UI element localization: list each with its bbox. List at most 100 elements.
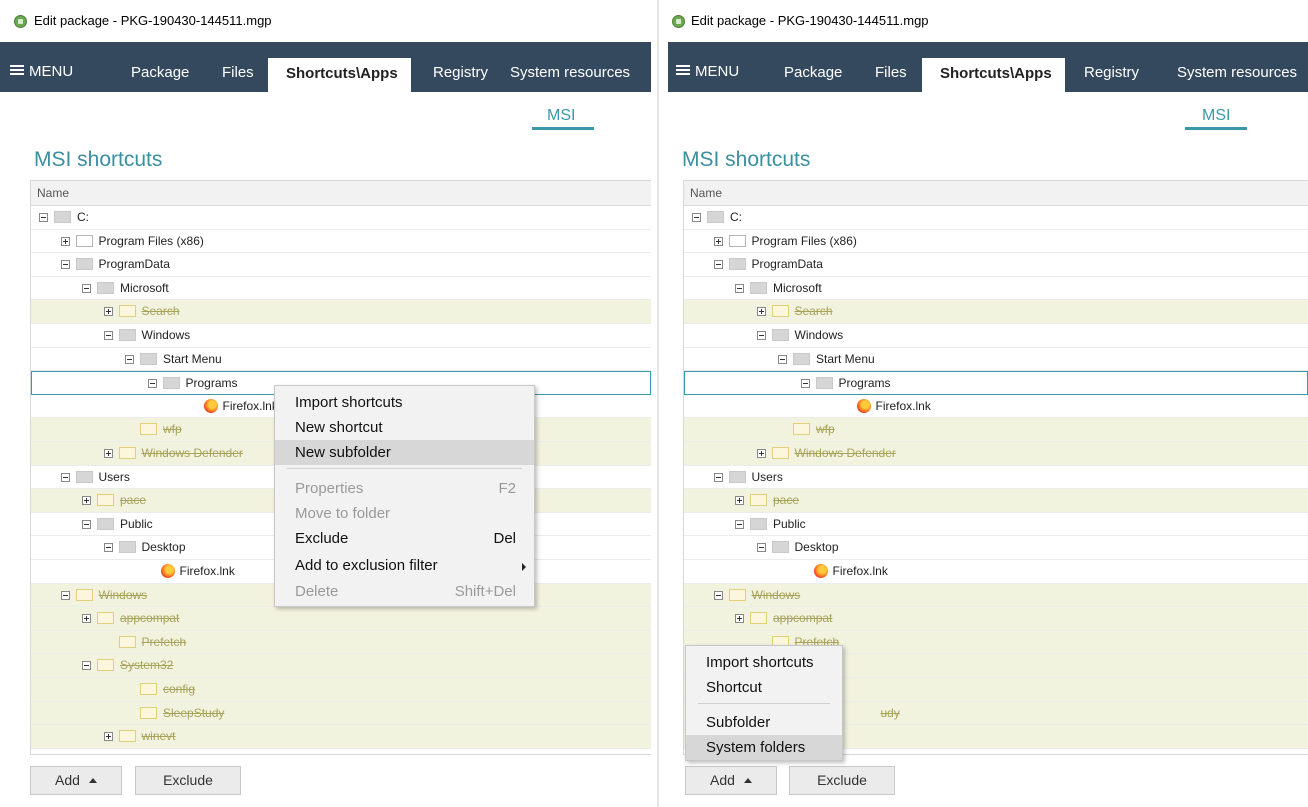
expand-icon[interactable] bbox=[82, 496, 91, 506]
tree-row[interactable]: Start Menu bbox=[684, 348, 1308, 372]
menu-item-import-shortcuts[interactable]: Import shortcuts bbox=[275, 390, 534, 415]
tree-row[interactable]: Search bbox=[31, 300, 651, 324]
collapse-icon[interactable] bbox=[800, 379, 810, 389]
add-button[interactable]: Add bbox=[30, 766, 122, 795]
collapse-icon[interactable] bbox=[756, 331, 766, 340]
collapse-icon[interactable] bbox=[103, 543, 113, 553]
tree-row[interactable]: SleepStudy bbox=[31, 701, 651, 726]
tree-row[interactable]: appcompat bbox=[684, 607, 1308, 631]
menu-button[interactable]: MENU bbox=[10, 63, 73, 80]
collapse-icon[interactable] bbox=[125, 354, 134, 364]
collapse-icon[interactable] bbox=[735, 283, 744, 293]
tree-row[interactable]: Windows bbox=[684, 583, 1308, 608]
expand-icon[interactable] bbox=[82, 614, 91, 624]
tree-row[interactable]: Microsoft bbox=[31, 277, 651, 301]
tree-row[interactable]: pace bbox=[684, 489, 1308, 513]
tree-row[interactable]: Microsoft bbox=[684, 277, 1308, 301]
tree-row[interactable]: Windows Defender bbox=[684, 442, 1308, 466]
tree-row[interactable]: Programs bbox=[684, 371, 1308, 395]
collapse-icon[interactable] bbox=[756, 543, 766, 553]
tree-row[interactable]: config bbox=[31, 678, 651, 702]
menu-item-new-subfolder[interactable]: New subfolder bbox=[275, 440, 534, 465]
tree-row[interactable]: Public bbox=[684, 513, 1308, 537]
tree-row[interactable]: Desktop bbox=[684, 536, 1308, 560]
collapse-icon[interactable] bbox=[82, 283, 91, 293]
collapse-icon[interactable] bbox=[39, 213, 48, 222]
tree-row[interactable]: Firefox.lnk bbox=[684, 560, 1308, 584]
tab-system-resources[interactable]: System resources bbox=[1177, 64, 1297, 81]
tree-row[interactable]: ProgramData bbox=[31, 253, 651, 277]
column-header-name[interactable]: Name bbox=[31, 181, 651, 206]
add-button-label: Add bbox=[710, 772, 735, 788]
collapse-icon[interactable] bbox=[60, 260, 70, 270]
tab-shortcuts-apps[interactable]: Shortcuts\Apps bbox=[922, 58, 1065, 92]
menu-item-shortcut[interactable]: Shortcut bbox=[686, 675, 842, 700]
tree-row[interactable]: Users bbox=[684, 466, 1308, 490]
expand-icon[interactable] bbox=[756, 449, 766, 458]
tree-row[interactable]: Windows bbox=[31, 324, 651, 348]
expand-icon[interactable] bbox=[735, 496, 744, 506]
menu-item-delete[interactable]: Delete Shift+Del bbox=[275, 579, 534, 604]
expand-icon[interactable] bbox=[713, 236, 723, 246]
collapse-icon[interactable] bbox=[713, 260, 723, 270]
tree-row[interactable]: appcompat bbox=[31, 607, 651, 631]
menu-item-properties[interactable]: Properties F2 bbox=[275, 476, 534, 501]
menu-item-label: Properties bbox=[295, 480, 364, 497]
collapse-icon[interactable] bbox=[735, 519, 744, 529]
window-title: Edit package - PKG-190430-144511.mgp bbox=[34, 13, 272, 28]
subtab-msi[interactable]: MSI bbox=[547, 107, 575, 125]
tab-shortcuts-apps[interactable]: Shortcuts\Apps bbox=[268, 58, 411, 92]
exclude-button[interactable]: Exclude bbox=[135, 766, 241, 795]
expand-icon[interactable] bbox=[103, 732, 113, 742]
tree-row[interactable]: Program Files (x86) bbox=[684, 230, 1308, 254]
tree-row[interactable]: Firefox.lnk bbox=[684, 395, 1308, 419]
collapse-icon[interactable] bbox=[147, 379, 157, 389]
menu-button[interactable]: MENU bbox=[676, 63, 739, 80]
tab-files[interactable]: Files bbox=[875, 64, 907, 81]
expand-icon[interactable] bbox=[756, 307, 766, 317]
tree-item-label: udy bbox=[880, 705, 900, 720]
expand-icon[interactable] bbox=[103, 307, 113, 317]
collapse-icon[interactable] bbox=[60, 472, 70, 482]
tab-system-resources[interactable]: System resources bbox=[510, 64, 630, 81]
tree-row[interactable]: C: bbox=[31, 206, 651, 230]
tab-registry[interactable]: Registry bbox=[1084, 64, 1139, 81]
menu-item-move-to-folder[interactable]: Move to folder bbox=[275, 501, 534, 526]
tree-row[interactable]: Start Menu bbox=[31, 348, 651, 372]
menu-item-import-shortcuts[interactable]: Import shortcuts bbox=[686, 650, 842, 675]
expand-icon[interactable] bbox=[60, 236, 70, 246]
tab-files[interactable]: Files bbox=[222, 64, 254, 81]
menu-item-subfolder[interactable]: Subfolder bbox=[686, 710, 842, 735]
tree-item-label: Microsoft bbox=[773, 280, 822, 295]
collapse-icon[interactable] bbox=[778, 354, 787, 364]
tree-row[interactable]: wfp bbox=[684, 418, 1308, 442]
collapse-icon[interactable] bbox=[60, 590, 70, 600]
tree-row[interactable]: Prefetch bbox=[31, 630, 651, 655]
collapse-icon[interactable] bbox=[692, 213, 701, 222]
tree-row[interactable]: winevt bbox=[31, 725, 651, 749]
tab-package[interactable]: Package bbox=[131, 64, 189, 81]
tree-row[interactable]: Windows bbox=[684, 324, 1308, 348]
collapse-icon[interactable] bbox=[713, 472, 723, 482]
collapse-icon[interactable] bbox=[82, 519, 91, 529]
menu-item-exclude[interactable]: Exclude Del bbox=[275, 526, 534, 551]
add-button[interactable]: Add bbox=[685, 766, 777, 795]
menu-item-add-to-exclusion-filter[interactable]: Add to exclusion filter bbox=[275, 553, 534, 578]
tree-row[interactable]: ProgramData bbox=[684, 253, 1308, 277]
menu-item-system-folders[interactable]: System folders bbox=[686, 735, 842, 760]
exclude-button[interactable]: Exclude bbox=[789, 766, 895, 795]
collapse-icon[interactable] bbox=[103, 331, 113, 340]
expand-icon[interactable] bbox=[103, 449, 113, 458]
tab-registry[interactable]: Registry bbox=[433, 64, 488, 81]
tree-row[interactable]: Search bbox=[684, 300, 1308, 324]
column-header-name[interactable]: Name bbox=[684, 181, 1308, 206]
tab-package[interactable]: Package bbox=[784, 64, 842, 81]
collapse-icon[interactable] bbox=[82, 661, 91, 671]
tree-row[interactable]: Program Files (x86) bbox=[31, 230, 651, 254]
subtab-msi[interactable]: MSI bbox=[1202, 107, 1230, 125]
tree-row[interactable]: C: bbox=[684, 206, 1308, 230]
collapse-icon[interactable] bbox=[713, 590, 723, 600]
expand-icon[interactable] bbox=[735, 614, 744, 624]
menu-item-new-shortcut[interactable]: New shortcut bbox=[275, 415, 534, 440]
tree-row[interactable]: System32 bbox=[31, 654, 651, 678]
